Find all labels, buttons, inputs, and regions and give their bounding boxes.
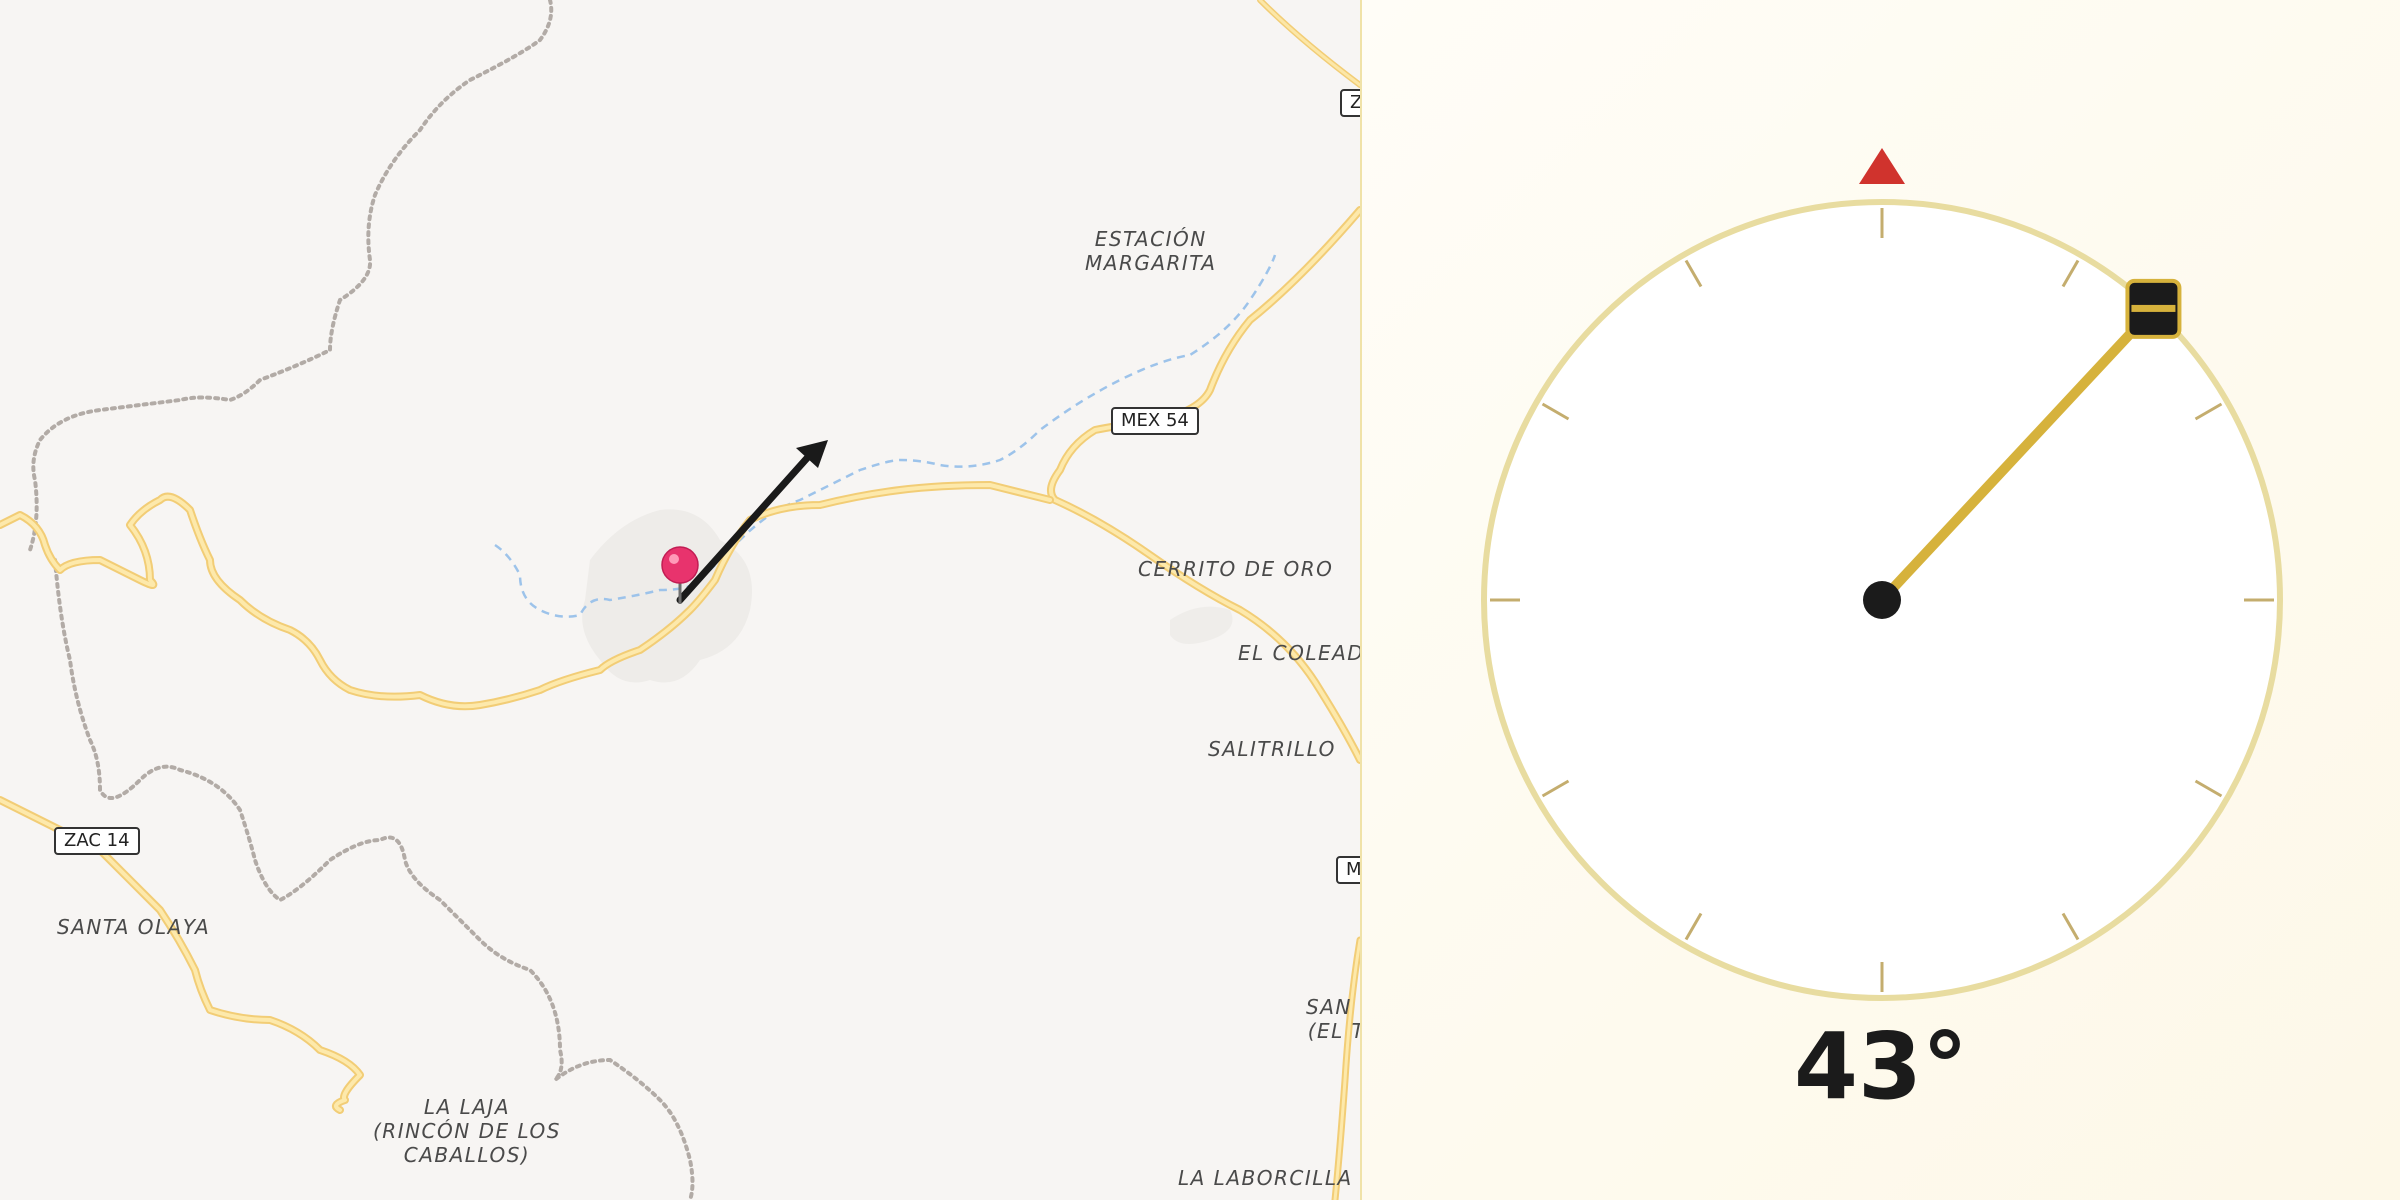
place-san-el: SAN I (EL T (1306, 995, 1360, 1043)
map-canvas[interactable] (0, 0, 1360, 1200)
place-estacion-margarita: ESTACIÓN MARGARITA (1085, 227, 1217, 275)
map-view[interactable]: ESTACIÓN MARGARITA CERRITO DE ORO EL COL… (0, 0, 1360, 1200)
place-el-coleadero: EL COLEADE (1238, 641, 1360, 665)
place-la-laborcilla: LA LABORCILLA (1178, 1166, 1353, 1190)
heading-readout: 43° (1793, 1013, 1969, 1120)
place-salitrillo: SALITRILLO (1208, 737, 1336, 761)
place-la-laja: LA LAJA (RINCÓN DE LOS CABALLOS) (373, 1095, 561, 1167)
place-santa-olaya: SANTA OLAYA (57, 915, 211, 939)
north-triangle-icon (1859, 148, 1905, 184)
urban-area (1170, 606, 1233, 644)
route-shield-mex-54: MEX 54 (1111, 407, 1199, 435)
compass-center-dot (1863, 581, 1901, 619)
place-cerrito-de-oro: CERRITO DE ORO (1138, 557, 1334, 581)
route-shield-zac-14: ZAC 14 (54, 827, 140, 855)
compass-panel: 43° (1362, 0, 2400, 1200)
drag-handle-icon[interactable] (2125, 278, 2182, 339)
urban-area (582, 509, 752, 683)
route-shield-z: Z (1340, 89, 1360, 117)
route-shield-m: M (1336, 856, 1360, 884)
